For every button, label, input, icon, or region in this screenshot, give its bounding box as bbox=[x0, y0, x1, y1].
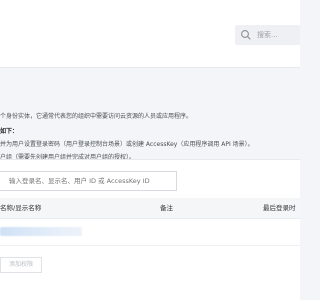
user-name-link[interactable] bbox=[0, 227, 82, 236]
intro-text: 个身份实体，它通常代表您的组织中需要访问云资源的人员或应用程序。 如下： 并为用… bbox=[0, 110, 300, 164]
table-header: 名称/显示名称 备注 最后登录时 bbox=[0, 198, 300, 219]
top-bar: 搜索... bbox=[0, 0, 300, 68]
column-header-note: 备注 bbox=[160, 204, 173, 212]
user-filter-input[interactable] bbox=[0, 171, 177, 191]
search-input[interactable]: 搜索... bbox=[257, 31, 278, 39]
intro-line-3: 并为用户设置登录密码（用户登录控制台场景）或创建 AccessKey（应用程序调… bbox=[0, 141, 254, 148]
intro-line-2: 如下： bbox=[0, 128, 19, 135]
add-permission-button[interactable]: 添加权限 bbox=[0, 257, 42, 273]
intro-line-1: 个身份实体，它通常代表您的组织中需要访问云资源的人员或应用程序。 bbox=[0, 113, 193, 120]
users-panel: 名称/显示名称 备注 最后登录时 添加权限 bbox=[0, 159, 300, 300]
search-icon bbox=[239, 28, 253, 42]
search-box[interactable]: 搜索... bbox=[235, 25, 300, 45]
column-header-name[interactable]: 名称/显示名称 bbox=[0, 198, 41, 218]
ram-users-page: 搜索... 个身份实体，它通常代表您的组织中需要访问云资源的人员或应用程序。 如… bbox=[0, 0, 300, 300]
table-row[interactable] bbox=[0, 219, 300, 246]
column-header-last-login[interactable]: 最后登录时 bbox=[263, 198, 296, 218]
